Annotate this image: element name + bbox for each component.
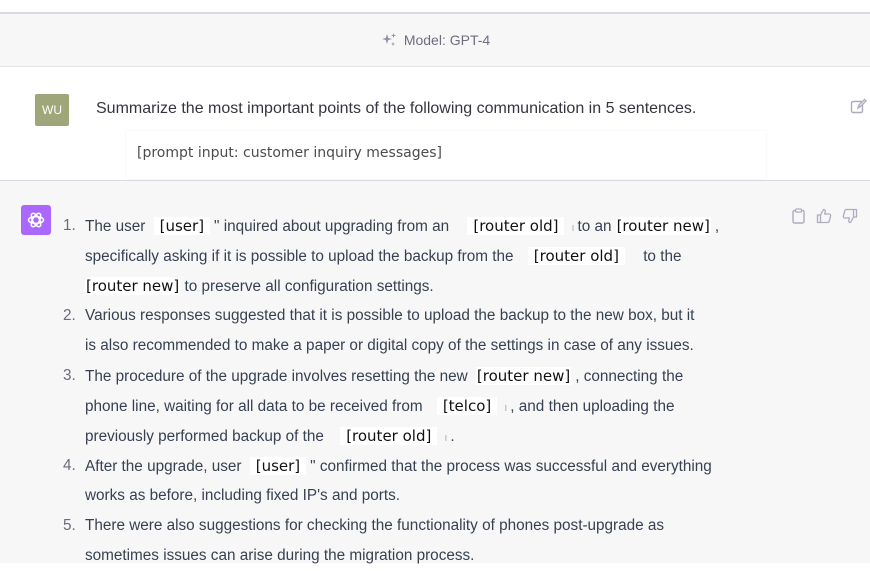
list-item: 1. The user [user] " inquired about upgra… [63, 211, 763, 301]
user-message: Summarize the most important points of t… [96, 100, 697, 117]
list-number: 4. [63, 457, 76, 474]
list-item: 5. There were also suggestions for check… [63, 511, 763, 571]
list-item: 4. After the upgrade, user [user] " confi… [63, 451, 763, 511]
text-line: There were also suggestions for checking… [85, 517, 665, 534]
redacted-user: [user] [153, 217, 211, 235]
prompt-placeholder: [prompt input: customer inquiry messages… [137, 145, 442, 161]
tick-mark: ı [571, 222, 575, 234]
thumbs-down-icon[interactable] [842, 208, 858, 224]
user-message-row: WU Summarize the most important points o… [0, 67, 870, 179]
text-segment: to an [577, 218, 612, 235]
top-bar [0, 0, 870, 12]
user-avatar: WU [35, 94, 69, 126]
assistant-answer: 1. The user [user] " inquired about upgra… [63, 211, 763, 571]
text-segment: to the [643, 248, 682, 265]
text-segment: , [714, 218, 720, 235]
list-item: 3. The procedure of the upgrade involves… [63, 361, 763, 451]
thumbs-up-icon[interactable] [816, 208, 832, 224]
assistant-message-row: 1. The user [user] " inquired about upgra… [0, 181, 870, 564]
text-segment: , connecting the [575, 368, 684, 385]
text-segment: previously performed backup of the [85, 428, 324, 445]
model-header: Model: GPT-4 [0, 14, 870, 67]
redacted-router-new: [router new] [475, 367, 572, 385]
text-line: is also recommended to make a paper or d… [85, 337, 694, 354]
message-actions [791, 208, 858, 224]
redacted-user: [user] [249, 457, 307, 475]
text-line: sometimes issues can arise during the mi… [85, 547, 475, 564]
edit-icon[interactable] [850, 98, 867, 115]
text-segment: , and then uploading the [510, 398, 675, 415]
text-line: Various responses suggested that it is p… [85, 307, 695, 324]
redacted-router-new: [router new] [615, 217, 711, 235]
tick-mark: ı [504, 402, 508, 414]
list-item: 2. Various responses suggested that it i… [63, 301, 763, 361]
openai-logo-icon [21, 205, 51, 235]
list-number: 5. [63, 517, 76, 534]
text-segment: . [450, 428, 455, 445]
sparkle-icon [380, 32, 398, 48]
text-segment: " confirmed that the process was success… [310, 458, 712, 475]
clipboard-icon[interactable] [791, 208, 806, 224]
redacted-router-old: [router old] [527, 247, 625, 265]
text-segment: specifically asking if it is possible to… [85, 248, 514, 265]
text-segment: The procedure of the upgrade involves re… [85, 368, 468, 385]
prompt-placeholder-box: [prompt input: customer inquiry messages… [126, 131, 766, 179]
text-segment: The user [85, 218, 146, 235]
redacted-router-new: [router new] [85, 277, 181, 295]
tick-mark: ı [444, 432, 448, 444]
text-segment: After the upgrade, user [85, 458, 242, 475]
text-line: works as before, including fixed IP's an… [85, 487, 400, 504]
redacted-router-old: [router old] [340, 427, 438, 445]
redacted-router-old: [router old] [467, 217, 565, 235]
list-number: 3. [63, 367, 76, 384]
text-segment: " inquired about upgrading from an [214, 218, 450, 235]
list-number: 1. [63, 217, 76, 234]
model-label: Model: GPT-4 [403, 32, 491, 48]
list-number: 2. [63, 307, 76, 324]
text-segment: to preserve all configuration settings. [184, 278, 434, 295]
text-segment: phone line, waiting for all data to be r… [85, 398, 423, 415]
redacted-telco: [telco] [436, 397, 498, 415]
